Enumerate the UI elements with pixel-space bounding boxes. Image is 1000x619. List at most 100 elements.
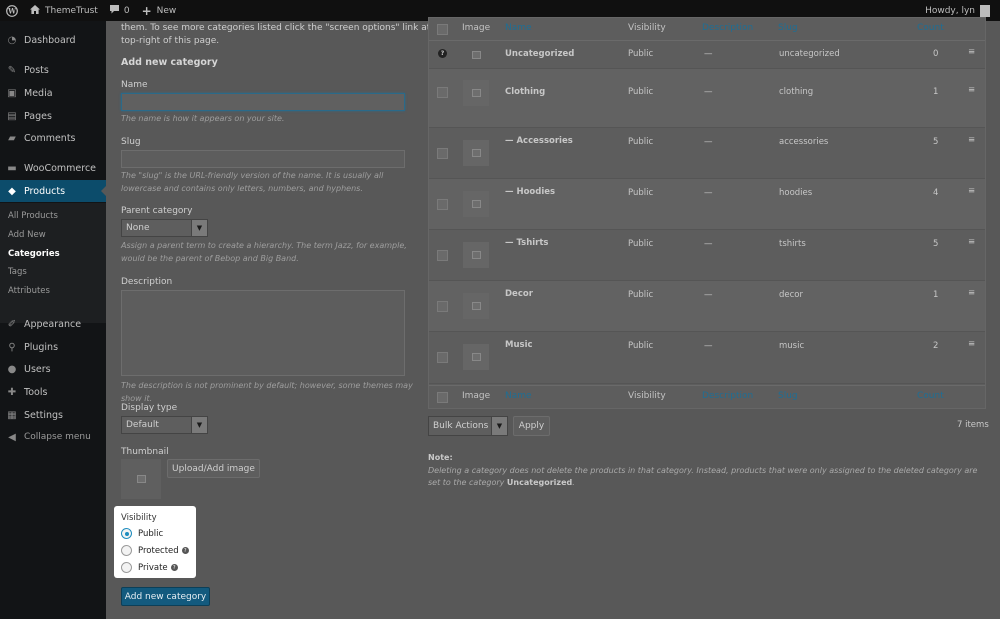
upload-image-button[interactable]: Upload/Add image bbox=[167, 459, 260, 478]
name-label: Name bbox=[121, 80, 148, 90]
menu-posts[interactable]: ✎ Posts bbox=[0, 59, 106, 81]
visibility-radio-public[interactable] bbox=[121, 528, 132, 539]
menu-products[interactable]: ◆ Products bbox=[0, 180, 106, 202]
category-count-link[interactable]: 0 bbox=[933, 49, 938, 59]
menu-appearance[interactable]: ✐ Appearance bbox=[0, 313, 106, 335]
column-count[interactable]: Count bbox=[917, 23, 944, 33]
help-icon[interactable]: ? bbox=[181, 547, 189, 554]
column-name[interactable]: Name bbox=[505, 23, 532, 33]
drag-handle-icon[interactable]: ≡ bbox=[968, 339, 975, 349]
submenu-tags[interactable]: Tags bbox=[8, 267, 27, 277]
menu-label: Dashboard bbox=[24, 34, 76, 46]
visibility-option-private[interactable]: Private ? bbox=[121, 562, 178, 573]
submenu-attributes[interactable]: Attributes bbox=[8, 286, 50, 296]
slug-label: Slug bbox=[121, 137, 141, 147]
menu-users[interactable]: ● Users bbox=[0, 358, 106, 380]
menu-tools[interactable]: ✚ Tools bbox=[0, 381, 106, 403]
visibility-option-label: Public bbox=[138, 528, 164, 539]
parent-category-select[interactable]: None ▼ bbox=[121, 219, 208, 237]
category-count-link[interactable]: 4 bbox=[933, 188, 938, 198]
slug-input[interactable] bbox=[121, 150, 405, 168]
category-count-link[interactable]: 5 bbox=[933, 137, 938, 147]
visibility-field: Visibility Public Protected ? Private ? bbox=[114, 506, 196, 578]
column-description[interactable]: Description bbox=[702, 391, 753, 401]
users-icon: ● bbox=[7, 363, 17, 375]
visibility-radio-protected[interactable] bbox=[121, 545, 132, 556]
category-name-link[interactable]: — Tshirts bbox=[505, 238, 548, 248]
row-checkbox[interactable] bbox=[437, 87, 448, 98]
help-icon[interactable]: ? bbox=[170, 564, 178, 571]
form-heading: Add new category bbox=[121, 57, 218, 68]
menu-plugins[interactable]: ⚲ Plugins bbox=[0, 336, 106, 358]
bulk-actions-select[interactable]: Bulk Actions ▼ bbox=[428, 416, 508, 436]
category-thumbnail bbox=[463, 140, 489, 166]
visibility-option-label: Private bbox=[138, 562, 168, 573]
menu-label: Comments bbox=[24, 132, 76, 144]
admin-sidebar: ◔ Dashboard ✎ Posts ▣ Media ▤ Pages ▰ Co… bbox=[0, 21, 106, 619]
category-name-link[interactable]: Uncategorized bbox=[505, 49, 574, 59]
display-type-label: Display type bbox=[121, 403, 178, 413]
column-name[interactable]: Name bbox=[505, 391, 532, 401]
menu-settings[interactable]: ▦ Settings bbox=[0, 404, 106, 426]
menu-label: WooCommerce bbox=[24, 162, 97, 174]
drag-handle-icon[interactable]: ≡ bbox=[968, 85, 975, 95]
category-name-link[interactable]: — Hoodies bbox=[505, 187, 555, 197]
column-visibility: Visibility bbox=[628, 391, 666, 401]
table-row: — Tshirts Public — tshirts 5 ≡ bbox=[429, 230, 985, 281]
visibility-option-protected[interactable]: Protected ? bbox=[121, 545, 189, 556]
site-name-link[interactable]: ThemeTrust bbox=[24, 0, 104, 21]
new-content-link[interactable]: + New bbox=[136, 0, 183, 21]
add-new-category-button[interactable]: Add new category bbox=[121, 587, 210, 606]
chevron-down-icon: ▼ bbox=[191, 417, 207, 433]
drag-handle-icon[interactable]: ≡ bbox=[968, 288, 975, 298]
row-checkbox[interactable] bbox=[437, 250, 448, 261]
column-slug[interactable]: Slug bbox=[778, 391, 798, 401]
category-count-link[interactable]: 2 bbox=[933, 341, 938, 351]
visibility-option-public[interactable]: Public bbox=[121, 528, 163, 539]
menu-pages[interactable]: ▤ Pages bbox=[0, 105, 106, 127]
drag-handle-icon[interactable]: ≡ bbox=[968, 47, 975, 57]
select-all-checkbox[interactable] bbox=[437, 24, 448, 35]
row-checkbox[interactable] bbox=[437, 199, 448, 210]
row-checkbox[interactable] bbox=[437, 301, 448, 312]
wordpress-logo-icon[interactable]: W bbox=[0, 0, 24, 21]
intro-text-line2: top-right of this page. bbox=[121, 36, 220, 46]
category-name-link[interactable]: — Accessories bbox=[505, 136, 573, 146]
category-count-link[interactable]: 5 bbox=[933, 239, 938, 249]
submenu-add-new[interactable]: Add New bbox=[8, 230, 46, 240]
drag-handle-icon[interactable]: ≡ bbox=[968, 237, 975, 247]
visibility-radio-private[interactable] bbox=[121, 562, 132, 573]
row-checkbox[interactable] bbox=[437, 352, 448, 363]
apply-button[interactable]: Apply bbox=[513, 416, 550, 436]
row-checkbox[interactable] bbox=[437, 148, 448, 159]
column-count[interactable]: Count bbox=[917, 391, 944, 401]
description-textarea[interactable] bbox=[121, 290, 405, 376]
select-all-checkbox-footer[interactable] bbox=[437, 392, 448, 403]
name-input[interactable] bbox=[121, 93, 405, 111]
column-description[interactable]: Description bbox=[702, 23, 753, 33]
category-name-link[interactable]: Music bbox=[505, 340, 533, 350]
category-name-link[interactable]: Decor bbox=[505, 289, 533, 299]
menu-dashboard[interactable]: ◔ Dashboard bbox=[0, 29, 106, 51]
category-name-link[interactable]: Clothing bbox=[505, 87, 545, 97]
bulk-actions-value: Bulk Actions bbox=[433, 421, 489, 431]
column-slug[interactable]: Slug bbox=[778, 23, 798, 33]
submenu-categories[interactable]: Categories bbox=[8, 249, 60, 259]
category-count-link[interactable]: 1 bbox=[933, 87, 938, 97]
drag-handle-icon[interactable]: ≡ bbox=[968, 186, 975, 196]
category-thumbnail bbox=[463, 191, 489, 217]
category-count-link[interactable]: 1 bbox=[933, 290, 938, 300]
menu-media[interactable]: ▣ Media bbox=[0, 82, 106, 104]
menu-woocommerce[interactable]: ▬ WooCommerce bbox=[0, 157, 106, 179]
comments-link[interactable]: 0 bbox=[104, 0, 136, 21]
howdy-label: Howdy, lyn bbox=[925, 5, 975, 16]
submenu-all-products[interactable]: All Products bbox=[8, 211, 58, 221]
menu-collapse[interactable]: ◀ Collapse menu bbox=[0, 426, 106, 448]
display-type-select[interactable]: Default ▼ bbox=[121, 416, 208, 434]
brush-icon: ✐ bbox=[7, 318, 17, 330]
image-placeholder-icon bbox=[471, 302, 481, 310]
comment-icon bbox=[109, 4, 119, 17]
thumbnail-label: Thumbnail bbox=[121, 447, 169, 457]
menu-comments[interactable]: ▰ Comments bbox=[0, 127, 106, 149]
drag-handle-icon[interactable]: ≡ bbox=[968, 135, 975, 145]
